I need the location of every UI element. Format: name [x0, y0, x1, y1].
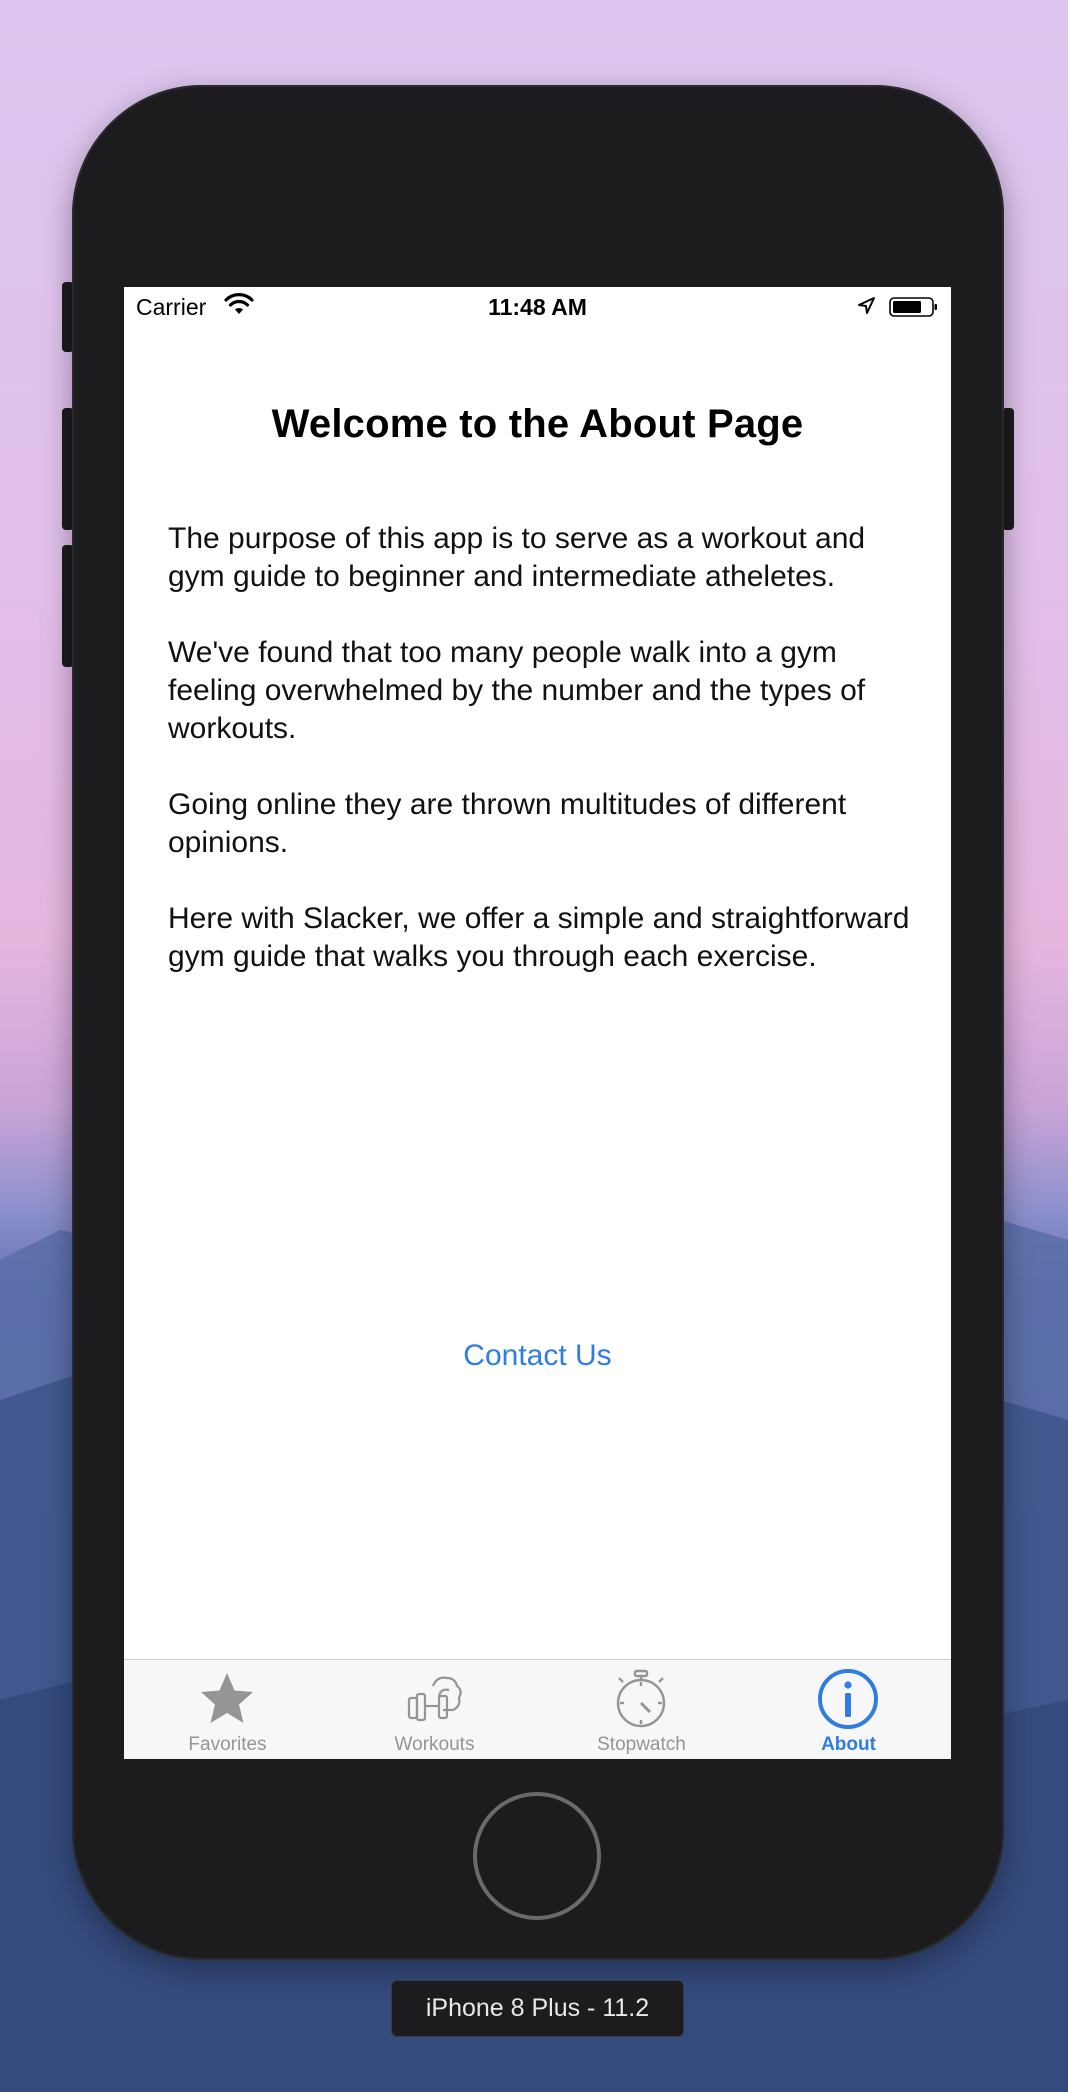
- tab-label: Workouts: [394, 1734, 475, 1755]
- tab-workouts[interactable]: Workouts: [331, 1660, 538, 1759]
- tab-stopwatch[interactable]: Stopwatch: [538, 1660, 745, 1759]
- tab-label: Favorites: [188, 1734, 267, 1755]
- star-icon: [201, 1673, 253, 1723]
- about-description: The purpose of this app is to serve as a…: [168, 520, 928, 1014]
- status-bar: Carrier 11:48 AM: [124, 287, 951, 327]
- status-time: 11:48 AM: [488, 294, 587, 320]
- contact-us-button[interactable]: Contact Us: [124, 1339, 951, 1373]
- tab-bar: Favorites Workouts Stopwatch About: [124, 1659, 951, 1759]
- app-screen: Carrier 11:48 AM Welcome to the About Pa…: [124, 287, 951, 1759]
- tab-label: About: [821, 1734, 876, 1755]
- info-icon: [818, 1669, 878, 1729]
- battery-icon: [889, 297, 937, 317]
- home-button[interactable]: [473, 1792, 601, 1920]
- tab-label: Stopwatch: [597, 1734, 686, 1755]
- dumbbell-icon: [407, 1676, 462, 1722]
- simulator-device-label: iPhone 8 Plus - 11.2: [391, 1980, 684, 2037]
- about-paragraph: We've found that too many people walk in…: [168, 636, 866, 745]
- about-paragraph: Going online they are thrown multitudes …: [168, 788, 847, 859]
- tab-favorites[interactable]: Favorites: [124, 1660, 331, 1759]
- about-paragraph: The purpose of this app is to serve as a…: [168, 522, 866, 593]
- tab-about[interactable]: About: [745, 1660, 951, 1759]
- location-arrow-icon: [858, 297, 875, 314]
- page-title: Welcome to the About Page: [271, 402, 804, 446]
- stopwatch-icon: [616, 1669, 666, 1728]
- about-paragraph: Here with Slacker, we offer a simple and…: [168, 902, 910, 973]
